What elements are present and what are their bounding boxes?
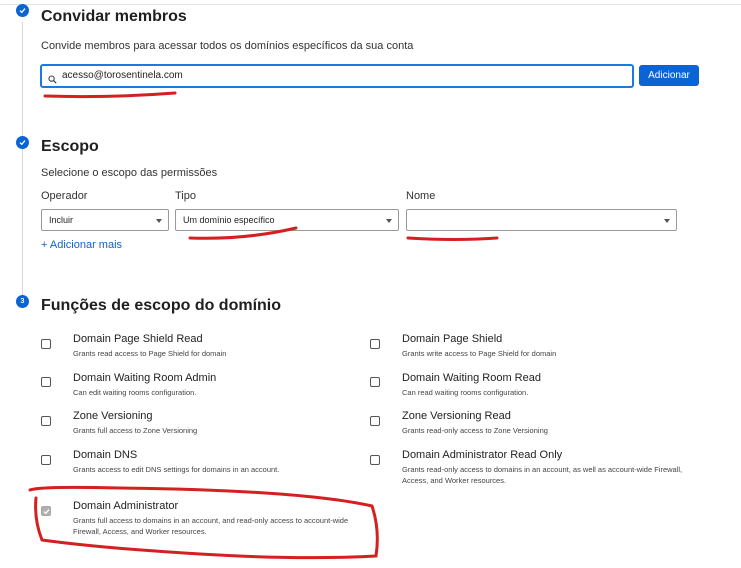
invite-title: Convidar membros bbox=[41, 8, 187, 25]
scope-title: Escopo bbox=[41, 138, 99, 155]
role-checkbox-domain-waiting-room-admin[interactable] bbox=[41, 377, 51, 387]
role-desc: Grants full access to Zone Versioning bbox=[73, 426, 198, 435]
step-3-number-icon: 3 bbox=[16, 295, 29, 308]
add-button[interactable]: Adicionar bbox=[639, 65, 699, 86]
top-divider bbox=[0, 4, 741, 5]
role-checkbox-domain-dns[interactable] bbox=[41, 455, 51, 465]
operator-select[interactable]: Incluir bbox=[41, 209, 169, 231]
step-connector bbox=[22, 22, 23, 298]
role-checkbox-zone-versioning[interactable] bbox=[41, 416, 51, 426]
type-label: Tipo bbox=[175, 190, 196, 202]
role-name: Zone Versioning bbox=[73, 410, 153, 422]
role-name: Domain DNS bbox=[73, 449, 138, 461]
chevron-down-icon bbox=[664, 219, 670, 223]
role-name: Zone Versioning Read bbox=[402, 410, 511, 422]
role-name: Domain Administrator bbox=[73, 500, 179, 512]
role-checkbox-domain-administrator[interactable] bbox=[41, 506, 51, 516]
role-checkbox-domain-page-shield[interactable] bbox=[370, 339, 380, 349]
type-select[interactable]: Um domínio específico bbox=[175, 209, 399, 231]
role-desc: Grants full access to domains in an acco… bbox=[73, 516, 349, 536]
underline-name-annotation bbox=[406, 236, 499, 241]
role-desc: Grants write access to Page Shield for d… bbox=[402, 349, 557, 358]
role-name: Domain Administrator Read Only bbox=[402, 449, 563, 461]
roles-title: Funções de escopo do domínio bbox=[41, 297, 282, 314]
operator-value: Incluir bbox=[49, 215, 74, 225]
scope-subtitle: Selecione o escopo das permissões bbox=[41, 167, 218, 179]
role-desc: Can read waiting rooms configuration. bbox=[402, 388, 529, 397]
role-desc: Grants read-only access to domains in an… bbox=[402, 465, 683, 485]
step-1-complete-icon bbox=[16, 4, 29, 17]
underline-email-annotation bbox=[43, 91, 177, 99]
chevron-down-icon bbox=[386, 219, 392, 223]
role-checkbox-domain-page-shield-read[interactable] bbox=[41, 339, 51, 349]
role-name: Domain Page Shield Read bbox=[73, 333, 203, 345]
name-label: Nome bbox=[406, 190, 436, 202]
role-checkbox-domain-administrator-read-only[interactable] bbox=[370, 455, 380, 465]
email-search-input[interactable]: acesso@torosentinela.com bbox=[40, 64, 634, 88]
email-value: acesso@torosentinela.com bbox=[62, 70, 183, 81]
search-icon bbox=[48, 71, 57, 89]
operator-label: Operador bbox=[41, 190, 88, 202]
role-name: Domain Page Shield bbox=[402, 333, 503, 345]
add-more-link[interactable]: + Adicionar mais bbox=[41, 239, 122, 251]
role-desc: Grants read access to Page Shield for do… bbox=[73, 349, 227, 358]
role-name: Domain Waiting Room Admin bbox=[73, 372, 217, 384]
role-checkbox-domain-waiting-room-read[interactable] bbox=[370, 377, 380, 387]
role-desc: Grants access to edit DNS settings for d… bbox=[73, 465, 280, 474]
role-name: Domain Waiting Room Read bbox=[402, 372, 541, 384]
role-desc: Grants read-only access to Zone Versioni… bbox=[402, 426, 548, 435]
chevron-down-icon bbox=[156, 219, 162, 223]
invite-subtitle: Convide membros para acessar todos os do… bbox=[41, 40, 414, 52]
role-desc: Can edit waiting rooms configuration. bbox=[73, 388, 197, 397]
name-select[interactable] bbox=[406, 209, 677, 231]
type-value: Um domínio específico bbox=[183, 215, 275, 225]
checkmark-icon bbox=[43, 509, 50, 515]
step-2-complete-icon bbox=[16, 136, 29, 149]
role-checkbox-zone-versioning-read[interactable] bbox=[370, 416, 380, 426]
